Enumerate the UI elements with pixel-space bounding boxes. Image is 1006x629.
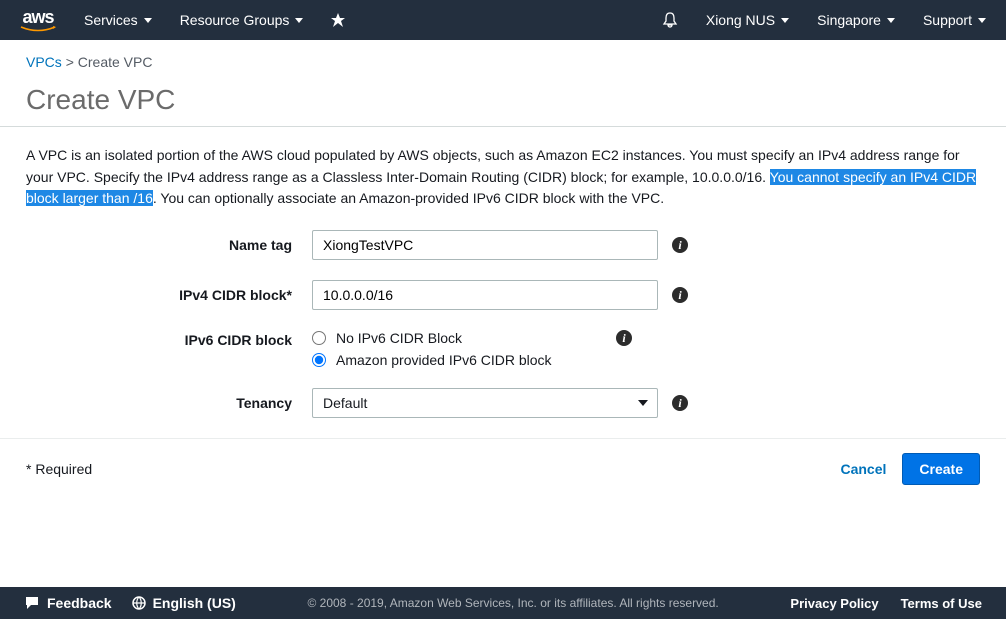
- create-button[interactable]: Create: [902, 453, 980, 485]
- breadcrumb-current: Create VPC: [78, 54, 153, 70]
- nav-region-label: Singapore: [817, 12, 881, 28]
- row-tenancy: Tenancy Default i: [26, 388, 980, 418]
- radio-no-ipv6[interactable]: [312, 331, 326, 345]
- row-ipv4: IPv4 CIDR block* i: [26, 280, 980, 310]
- nav-support[interactable]: Support: [923, 12, 986, 28]
- top-nav: aws Services Resource Groups Xiong NUS S…: [0, 0, 1006, 40]
- info-icon[interactable]: i: [616, 330, 632, 346]
- footer-feedback-label: Feedback: [47, 595, 112, 611]
- top-nav-right: Xiong NUS Singapore Support: [662, 12, 986, 28]
- input-name-tag[interactable]: [312, 230, 658, 260]
- desc-text-2: . You can optionally associate an Amazon…: [153, 190, 664, 206]
- radio-row-amazon-ipv6: Amazon provided IPv6 CIDR block: [312, 352, 632, 368]
- chevron-down-icon: [781, 18, 789, 23]
- breadcrumb-separator: >: [66, 54, 74, 70]
- nav-services[interactable]: Services: [84, 12, 152, 28]
- select-tenancy-value: Default: [312, 388, 658, 418]
- label-tenancy: Tenancy: [26, 395, 312, 411]
- chevron-down-icon: [638, 400, 648, 406]
- chevron-down-icon: [295, 18, 303, 23]
- create-vpc-form: Name tag i IPv4 CIDR block* i IPv6 CIDR …: [0, 210, 1006, 418]
- radio-label-amazon-ipv6: Amazon provided IPv6 CIDR block: [336, 352, 552, 368]
- breadcrumb-link-vpcs[interactable]: VPCs: [26, 54, 62, 70]
- label-name-tag: Name tag: [26, 237, 312, 253]
- row-name-tag: Name tag i: [26, 230, 980, 260]
- nav-services-label: Services: [84, 12, 138, 28]
- input-ipv4-cidr[interactable]: [312, 280, 658, 310]
- info-icon[interactable]: i: [672, 237, 688, 253]
- footer-left: Feedback English (US): [24, 595, 236, 611]
- footer-language-label: English (US): [153, 595, 236, 611]
- nav-account-label: Xiong NUS: [706, 12, 775, 28]
- aws-logo[interactable]: aws: [20, 8, 56, 32]
- nav-region[interactable]: Singapore: [817, 12, 895, 28]
- footer-privacy[interactable]: Privacy Policy: [790, 596, 878, 611]
- radio-amazon-ipv6[interactable]: [312, 353, 326, 367]
- aws-smile-icon: [20, 26, 56, 32]
- cancel-button[interactable]: Cancel: [840, 461, 886, 477]
- page-title: Create VPC: [0, 70, 1006, 127]
- nav-resource-groups[interactable]: Resource Groups: [180, 12, 304, 28]
- radio-row-no-ipv6: No IPv6 CIDR Block i: [312, 330, 632, 346]
- chevron-down-icon: [144, 18, 152, 23]
- nav-account[interactable]: Xiong NUS: [706, 12, 789, 28]
- action-row: * Required Cancel Create: [0, 439, 1006, 515]
- nav-pin[interactable]: [331, 13, 345, 27]
- footer: Feedback English (US) © 2008 - 2019, Ama…: [0, 587, 1006, 619]
- breadcrumb: VPCs > Create VPC: [0, 40, 1006, 70]
- speech-bubble-icon: [24, 595, 40, 611]
- chevron-down-icon: [978, 18, 986, 23]
- vpc-description: A VPC is an isolated portion of the AWS …: [0, 145, 1006, 210]
- required-note: * Required: [26, 461, 92, 477]
- ipv6-radio-group: No IPv6 CIDR Block i Amazon provided IPv…: [312, 330, 632, 368]
- pin-icon: [331, 13, 345, 27]
- globe-icon: [132, 596, 146, 610]
- footer-language[interactable]: English (US): [132, 595, 236, 611]
- label-ipv6: IPv6 CIDR block: [26, 330, 312, 348]
- info-icon[interactable]: i: [672, 287, 688, 303]
- footer-right: Privacy Policy Terms of Use: [790, 596, 982, 611]
- chevron-down-icon: [887, 18, 895, 23]
- footer-feedback[interactable]: Feedback: [24, 595, 112, 611]
- buttons: Cancel Create: [840, 453, 980, 485]
- footer-copyright: © 2008 - 2019, Amazon Web Services, Inc.…: [307, 596, 718, 610]
- nav-support-label: Support: [923, 12, 972, 28]
- aws-logo-text: aws: [22, 8, 53, 26]
- radio-label-no-ipv6: No IPv6 CIDR Block: [336, 330, 462, 346]
- info-icon[interactable]: i: [672, 395, 688, 411]
- select-tenancy[interactable]: Default: [312, 388, 658, 418]
- label-ipv4: IPv4 CIDR block*: [26, 287, 312, 303]
- top-nav-left: aws Services Resource Groups: [20, 8, 345, 32]
- footer-terms[interactable]: Terms of Use: [901, 596, 982, 611]
- row-ipv6: IPv6 CIDR block No IPv6 CIDR Block i Ama…: [26, 330, 980, 368]
- bell-icon: [662, 12, 678, 28]
- nav-notifications[interactable]: [662, 12, 678, 28]
- nav-resource-groups-label: Resource Groups: [180, 12, 290, 28]
